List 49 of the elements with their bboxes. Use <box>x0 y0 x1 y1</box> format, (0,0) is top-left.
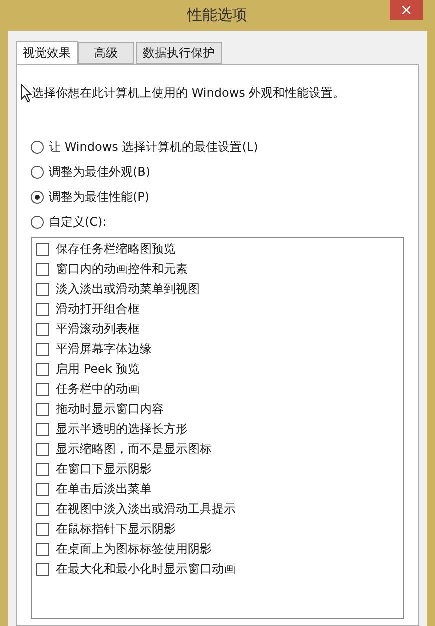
checkbox[interactable] <box>36 562 49 576</box>
checkbox-label: 显示半透明的选择长方形 <box>56 420 188 438</box>
checkbox[interactable] <box>36 502 49 516</box>
checkbox-label: 在鼠标指针下显示阴影 <box>56 520 176 538</box>
checkbox-label: 在桌面上为图标标签使用阴影 <box>56 540 212 558</box>
checkbox-label: 在最大化和最小化时显示窗口动画 <box>56 560 236 578</box>
checkbox[interactable] <box>36 542 49 556</box>
checkbox-label: 淡入淡出或滑动菜单到视图 <box>56 280 200 298</box>
checkbox-label: 在窗口下显示阴影 <box>56 460 152 478</box>
checkbox-label: 平滑屏幕字体边缘 <box>56 340 152 358</box>
radio-button[interactable] <box>31 140 44 154</box>
radio-label: 自定义(C): <box>49 214 107 230</box>
radio-label: 调整为最佳性能(P) <box>49 188 150 206</box>
checkbox-label: 窗口内的动画控件和元素 <box>56 260 188 278</box>
checkbox[interactable] <box>36 382 49 396</box>
checkbox[interactable] <box>36 462 49 476</box>
checkbox-label: 在单击后淡出菜单 <box>56 480 152 498</box>
checkbox-label: 启用 Peek 预览 <box>56 360 140 378</box>
checkbox[interactable] <box>36 242 49 256</box>
intro-text: 选择你想在此计算机上使用的 Windows 外观和性能设置。 <box>31 85 346 102</box>
mouse-pointer-icon <box>21 84 33 103</box>
window-title: 性能选项 <box>188 6 248 25</box>
radio-button[interactable] <box>31 216 44 228</box>
checkbox[interactable] <box>36 262 49 276</box>
checkbox[interactable] <box>36 302 49 316</box>
close-button[interactable]: × <box>390 0 423 20</box>
checkbox[interactable] <box>36 442 49 456</box>
radio-label: 让 Windows 选择计算机的最佳设置(L) <box>49 138 258 156</box>
radio-button[interactable] <box>31 166 44 178</box>
checkbox-label: 在视图中淡入淡出或滑动工具提示 <box>56 500 236 518</box>
checkbox-label: 显示缩略图，而不是显示图标 <box>56 440 212 458</box>
checkbox-label: 任务栏中的动画 <box>56 380 140 398</box>
checkbox[interactable] <box>36 362 49 376</box>
checkbox-label: 拖动时显示窗口内容 <box>56 400 164 418</box>
checkbox[interactable] <box>36 422 49 436</box>
checkbox-label: 滑动打开组合框 <box>56 300 140 318</box>
checkbox[interactable] <box>36 402 49 416</box>
checkbox[interactable] <box>36 342 49 356</box>
radio-button[interactable] <box>31 190 44 204</box>
checkbox-label: 平滑滚动列表框 <box>56 320 140 338</box>
checkbox[interactable] <box>36 322 49 336</box>
checkbox[interactable] <box>36 282 49 296</box>
checkbox-label: 保存任务栏缩略图预览 <box>56 240 176 258</box>
checkbox[interactable] <box>36 482 49 496</box>
tab[interactable]: 视觉效果 <box>16 41 78 65</box>
checkbox[interactable] <box>36 522 49 536</box>
tab[interactable]: 高级 <box>78 42 134 64</box>
radio-label: 调整为最佳外观(B) <box>49 164 151 180</box>
tab[interactable]: 数据执行保护 <box>136 42 222 64</box>
